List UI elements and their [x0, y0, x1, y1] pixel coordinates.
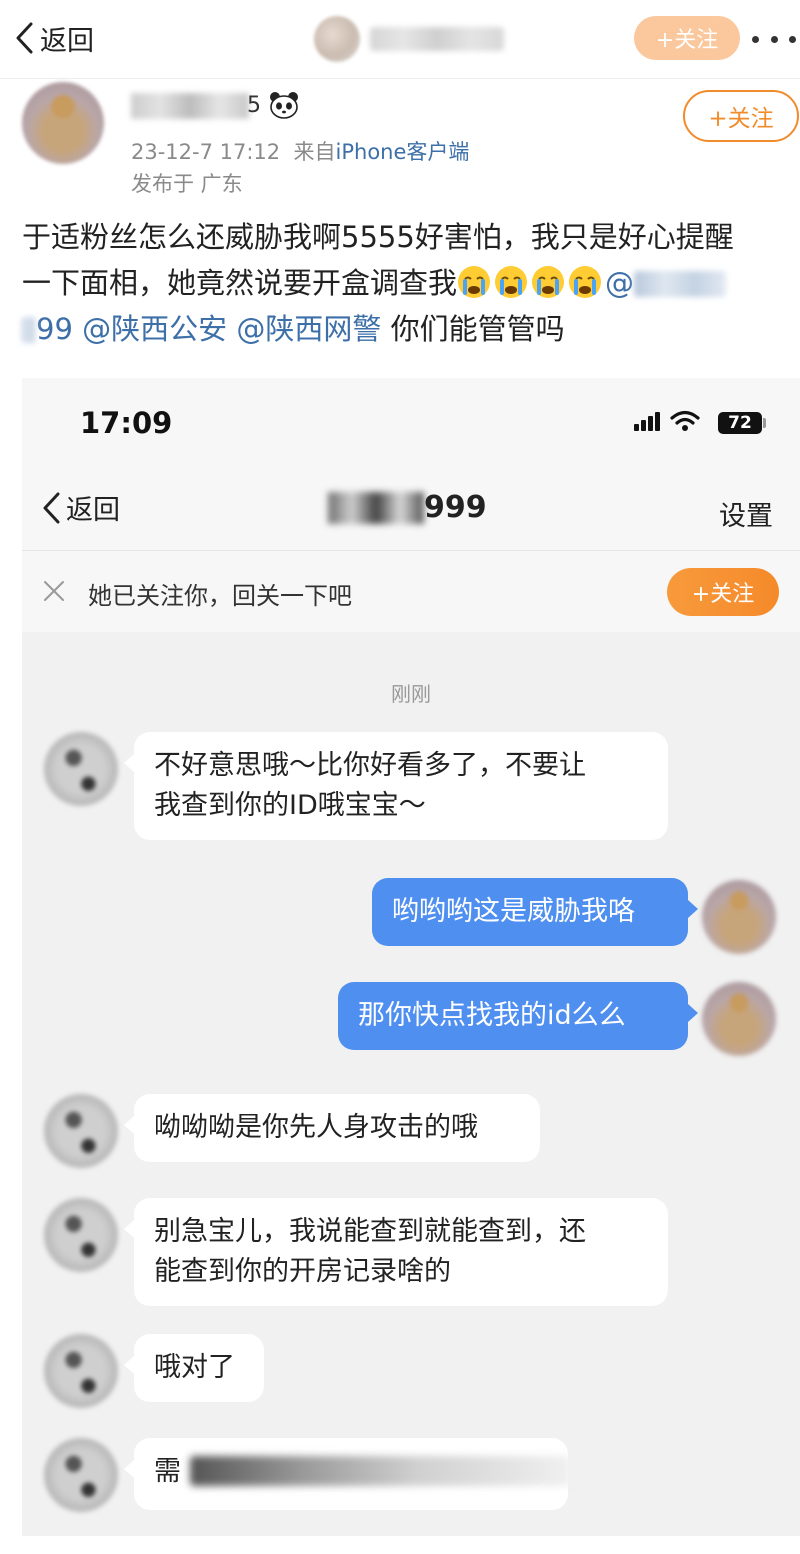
- message-text: 我查到你的ID哦宝宝～: [154, 790, 426, 821]
- avatar[interactable]: [702, 880, 776, 954]
- crying-face-icon: [495, 266, 528, 298]
- crying-face-icon: [458, 266, 491, 298]
- mention-shaanxi-cyberpolice[interactable]: @陕西网警: [236, 312, 381, 346]
- chat-back-button[interactable]: 返回: [42, 488, 120, 527]
- author-avatar-small[interactable]: [314, 16, 360, 62]
- author-name-suffix: 5: [247, 93, 261, 118]
- chat-navbar: 返回 999 设置: [22, 464, 800, 550]
- chat-title: 999: [424, 490, 487, 525]
- wifi-icon: [670, 410, 700, 431]
- post-location: 发布于 广东: [131, 172, 243, 196]
- mention-blurred[interactable]: [22, 317, 36, 343]
- avatar[interactable]: [702, 982, 776, 1056]
- back-button[interactable]: 返回: [14, 18, 94, 58]
- avatar[interactable]: [44, 1094, 118, 1168]
- source-prefix: 来自: [293, 140, 336, 164]
- status-icons: [634, 410, 700, 432]
- post-text: 于适粉丝怎么还威胁我啊5555好害怕，我只是好心提醒 一下面相，她竟然说要开盒调…: [22, 214, 800, 352]
- battery-tip: [763, 418, 766, 428]
- message-bubble[interactable]: 不好意思哦～比你好看多了，不要让 我查到你的ID哦宝宝～: [124, 732, 668, 840]
- follow-button[interactable]: +关注: [683, 90, 799, 142]
- avatar[interactable]: [44, 732, 118, 806]
- message-text: 能查到你的开房记录啥的: [154, 1256, 451, 1287]
- divider: [0, 78, 800, 79]
- message-blurred: [190, 1456, 570, 1486]
- chevron-left-icon: [43, 492, 60, 523]
- mention-shaanxi-police[interactable]: @陕西公安: [82, 312, 227, 346]
- message-text: 别急宝儿，我说能查到就能查到，还: [154, 1216, 586, 1247]
- chat-back-label: 返回: [66, 495, 120, 526]
- post-time: 23-12-7 17:12: [131, 140, 281, 164]
- status-bar: 17:09 72: [22, 378, 800, 464]
- chat-title-blurred: [328, 492, 424, 524]
- more-dots-icon[interactable]: [752, 24, 796, 54]
- message-text: 不好意思哦～比你好看多了，不要让: [154, 750, 586, 781]
- avatar[interactable]: [44, 1438, 118, 1512]
- chevron-left-icon: [16, 22, 33, 54]
- follow-back-bar: 她已关注你，回关一下吧 +关注: [22, 550, 800, 632]
- signal-icon: [634, 411, 662, 431]
- post-text-line-2: 一下面相，她竟然说要开盒调查我 @: [22, 260, 800, 306]
- follow-back-button[interactable]: +关注: [667, 568, 779, 616]
- follow-back-tip: 她已关注你，回关一下吧: [88, 582, 352, 610]
- message-bubble[interactable]: 哦对了: [124, 1334, 264, 1402]
- battery-icon: 72: [718, 412, 762, 434]
- author-name-blurred[interactable]: [131, 93, 249, 119]
- post-meta: 23-12-7 17:12 来自iPhone客户端: [131, 136, 469, 166]
- author-name-blurred: [370, 27, 504, 51]
- client-link[interactable]: iPhone客户端: [336, 140, 470, 164]
- crying-face-icon: [532, 266, 565, 298]
- message-bubble[interactable]: 呦呦呦是你先人身攻击的哦: [124, 1094, 540, 1162]
- message-bubble[interactable]: 那你快点找我的id么么: [338, 982, 698, 1050]
- message-text: 需: [154, 1456, 181, 1487]
- author-avatar[interactable]: [22, 82, 104, 164]
- mention-blurred[interactable]: [634, 271, 727, 297]
- mention-link-partial-tail[interactable]: 99: [36, 312, 73, 346]
- status-time: 17:09: [80, 406, 173, 440]
- mention-link-partial[interactable]: @: [605, 266, 634, 300]
- message-bubble[interactable]: 别急宝儿，我说能查到就能查到，还 能查到你的开房记录啥的: [124, 1198, 668, 1306]
- post-text-line-3: 99 @陕西公安 @陕西网警 你们能管管吗: [22, 306, 800, 352]
- back-label: 返回: [40, 25, 94, 57]
- embedded-screenshot[interactable]: 17:09 72 返回 999 设置 她已关注你，回关一下吧 +关注 刚刚 不好…: [22, 378, 800, 1536]
- post-text-line-1: 于适粉丝怎么还威胁我啊5555好害怕，我只是好心提醒: [22, 220, 734, 254]
- post-text-line-2-text: 一下面相，她竟然说要开盒调查我: [22, 266, 458, 300]
- crying-face-icon: [569, 266, 602, 298]
- post-text-tail: 你们能管管吗: [390, 312, 565, 346]
- panda-icon: [270, 92, 298, 119]
- message-timestamp: 刚刚: [391, 682, 431, 706]
- settings-button[interactable]: 设置: [719, 494, 773, 533]
- close-icon[interactable]: [42, 579, 66, 603]
- avatar[interactable]: [44, 1334, 118, 1408]
- message-bubble[interactable]: 哟哟哟这是威胁我咯: [372, 878, 698, 946]
- top-bar: 返回 +关注: [0, 0, 800, 78]
- top-follow-button[interactable]: +关注: [634, 16, 740, 60]
- avatar[interactable]: [44, 1198, 118, 1272]
